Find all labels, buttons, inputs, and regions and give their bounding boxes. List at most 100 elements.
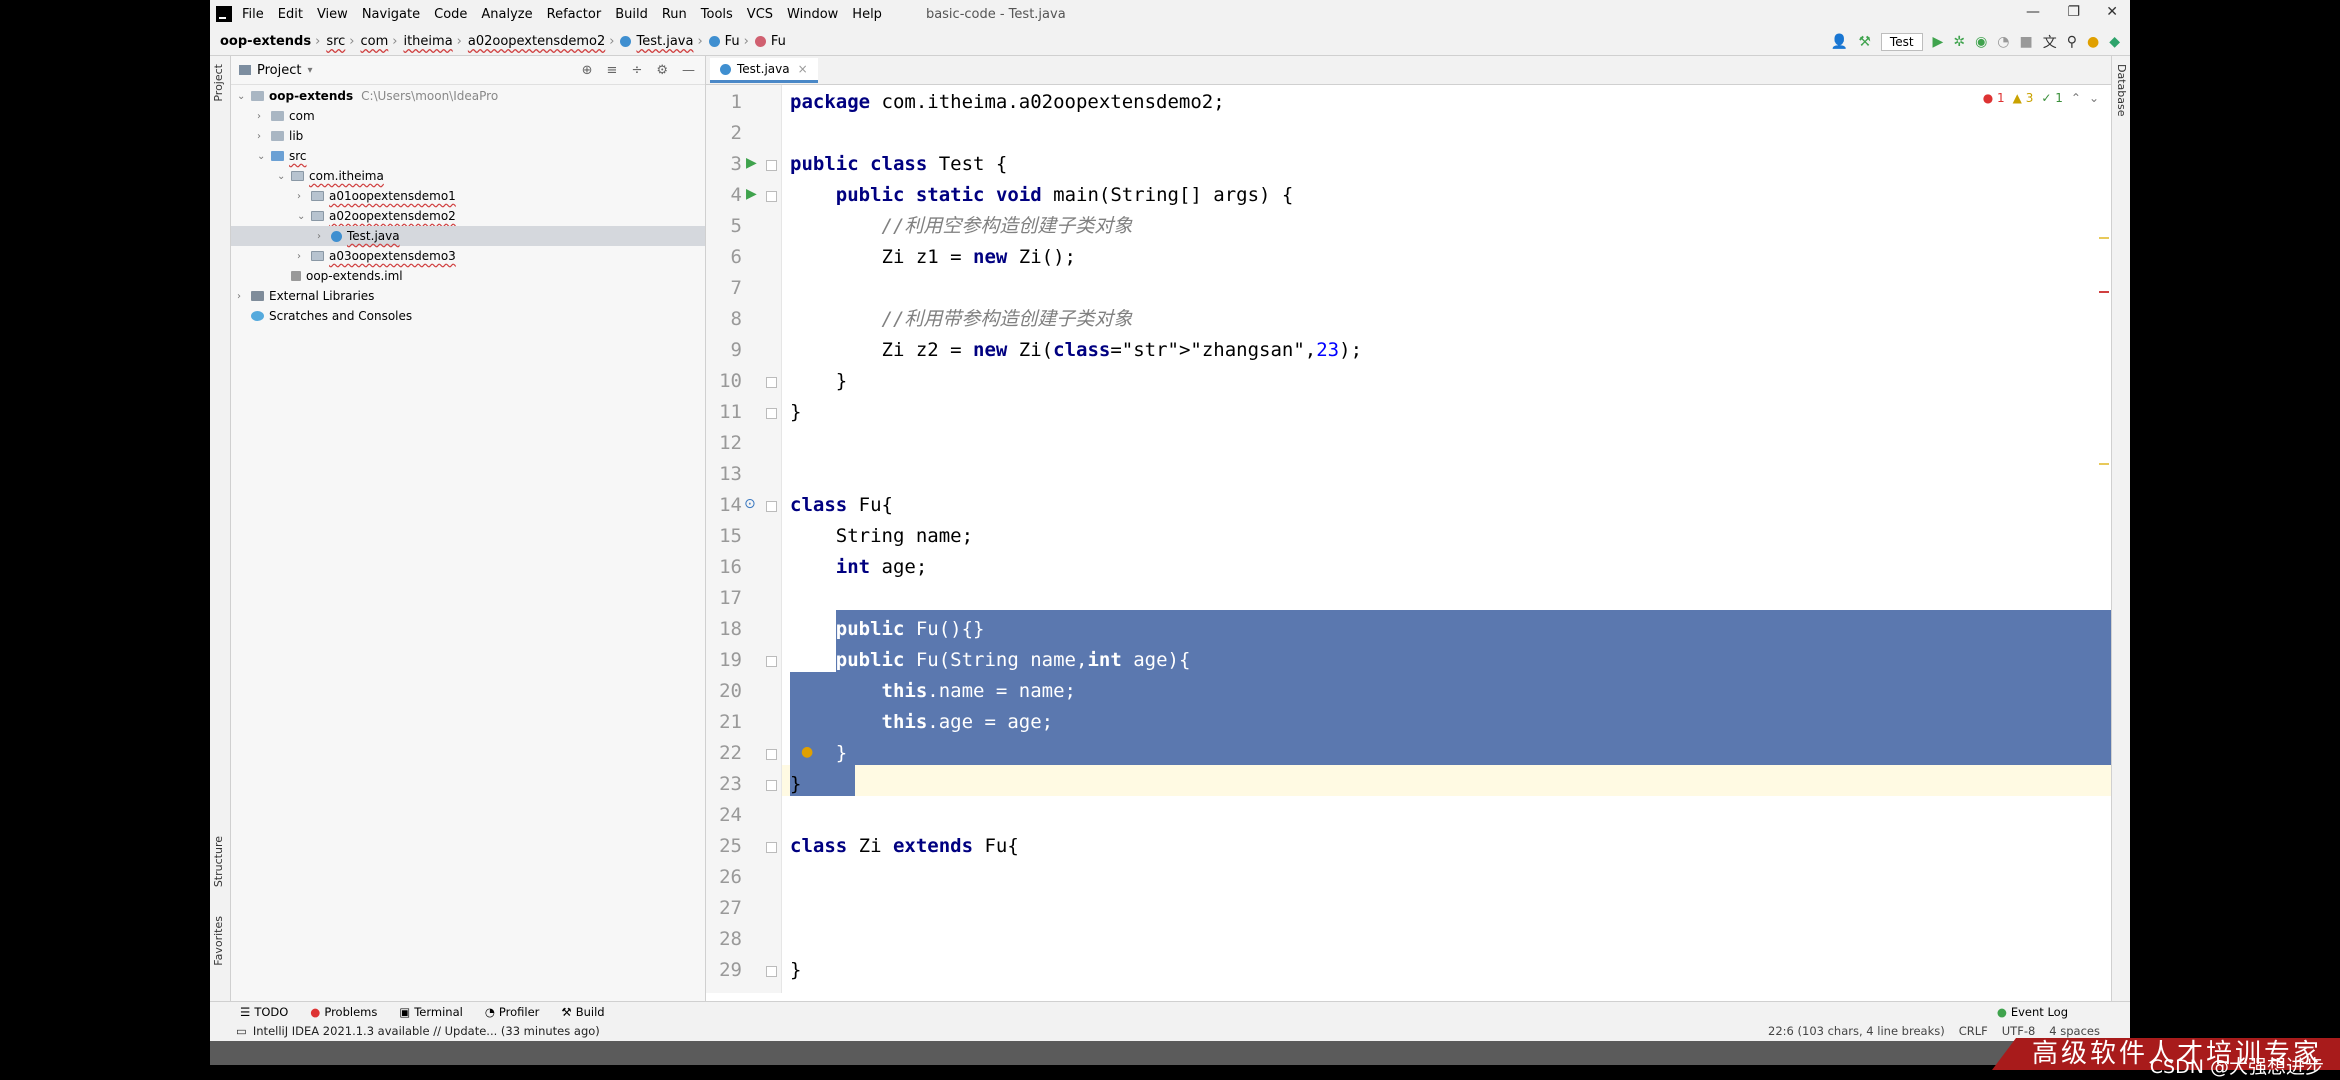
fold-marker-icon[interactable] — [766, 160, 777, 171]
problems-tool-button[interactable]: ● Problems — [310, 1005, 377, 1019]
breadcrumb-file[interactable]: Test.java — [636, 34, 693, 49]
code-line[interactable]: //利用带参构造创建子类对象 — [790, 304, 2091, 335]
line-number[interactable]: 3 — [706, 153, 742, 175]
code-line[interactable]: public class Test { — [790, 149, 2091, 180]
menu-view[interactable]: View — [317, 7, 348, 22]
warning-marker[interactable] — [2099, 463, 2109, 465]
run-gutter-icon[interactable]: ▶ — [746, 186, 757, 202]
indent-setting[interactable]: 4 spaces — [2049, 1024, 2100, 1038]
caret-position[interactable]: 22:6 (103 chars, 4 line breaks) — [1768, 1024, 1945, 1038]
line-number[interactable]: 13 — [706, 463, 742, 485]
chevron-right-icon[interactable]: › — [257, 111, 271, 122]
fold-marker-icon[interactable] — [766, 377, 777, 388]
line-number[interactable]: 29 — [706, 959, 742, 981]
code-line[interactable] — [790, 800, 2091, 831]
tree-item[interactable]: › Test.java — [231, 226, 705, 246]
line-number[interactable]: 26 — [706, 866, 742, 888]
run-configuration-select[interactable]: Test — [1880, 33, 1923, 51]
chevron-down-icon[interactable]: ▾ — [307, 65, 312, 76]
structure-tool-tab[interactable]: Structure — [212, 836, 225, 887]
terminal-tool-button[interactable]: ▣ Terminal — [399, 1005, 462, 1019]
code-line[interactable]: this.age = age; — [790, 707, 2091, 738]
tree-item[interactable]: ⌄ a02oopextensdemo2 — [231, 206, 705, 226]
line-number[interactable]: 18 — [706, 618, 742, 640]
line-number[interactable]: 14 — [706, 494, 742, 516]
project-tool-tab[interactable]: Project — [212, 64, 225, 102]
chevron-down-icon[interactable]: ⌄ — [257, 151, 271, 162]
line-number[interactable]: 23 — [706, 773, 742, 795]
line-number[interactable]: 1 — [706, 91, 742, 113]
line-separator[interactable]: CRLF — [1959, 1024, 1988, 1038]
code-editor[interactable]: 1 2 3 4 5 6 7 8 9 10 11 12 13 14 15 16 17 18 19 20 21 22 23 24 2… — [706, 85, 2111, 993]
error-marker[interactable] — [2099, 291, 2109, 293]
code-line[interactable]: } — [790, 397, 2091, 428]
editor-tab-test-java[interactable]: Test.java × — [710, 58, 818, 83]
menu-navigate[interactable]: Navigate — [362, 7, 420, 22]
code-line[interactable]: class Zi extends Fu{ — [790, 831, 2091, 862]
code-line[interactable] — [790, 893, 2091, 924]
code-line[interactable]: String name; — [790, 521, 2091, 552]
code-line[interactable]: Zi z1 = new Zi(); — [790, 242, 2091, 273]
fold-marker-icon[interactable] — [766, 780, 777, 791]
chevron-right-icon[interactable]: › — [297, 251, 311, 262]
tree-item[interactable]: › a01oopextensdemo1 — [231, 186, 705, 206]
menu-window[interactable]: Window — [787, 7, 838, 22]
code-line[interactable]: public static void main(String[] args) { — [790, 180, 2091, 211]
breadcrumb-class[interactable]: Fu — [725, 34, 740, 49]
hide-icon[interactable]: — — [682, 63, 695, 78]
error-count[interactable]: ● 1 — [1983, 91, 2005, 105]
tree-item[interactable]: ⌄ oop-extends C:\Users\moon\IdeaPro — [231, 86, 705, 106]
menu-build[interactable]: Build — [615, 7, 648, 22]
line-number[interactable]: 6 — [706, 246, 742, 268]
code-line[interactable]: class Fu{ — [790, 490, 2091, 521]
code-line[interactable]: this.name = name; — [790, 676, 2091, 707]
tree-item[interactable]: › External Libraries — [231, 286, 705, 306]
code-line[interactable] — [790, 118, 2091, 149]
run-icon[interactable]: ▶ — [1933, 34, 1944, 50]
plugin-icon[interactable]: ◆ — [2109, 34, 2120, 50]
inspection-widget[interactable]: ● 1 ▲ 3 ✓ 1 ⌃ ⌄ — [1983, 91, 2099, 105]
chevron-down-icon[interactable]: ⌄ — [237, 91, 251, 102]
project-panel-title[interactable]: Project — [257, 63, 301, 78]
fold-marker-icon[interactable] — [766, 656, 777, 667]
search-icon[interactable]: ⚲ — [2067, 34, 2077, 50]
code-line[interactable]: package com.itheima.a02oopextensdemo2; — [790, 87, 2091, 118]
chevron-right-icon[interactable]: › — [317, 231, 331, 242]
close-icon[interactable]: ✕ — [2106, 4, 2118, 20]
code-line[interactable]: } — [790, 955, 2091, 986]
implemented-by-icon[interactable]: ⊙ — [744, 496, 756, 512]
line-number[interactable]: 10 — [706, 370, 742, 392]
tree-item[interactable]: › lib — [231, 126, 705, 146]
file-encoding[interactable]: UTF-8 — [2002, 1024, 2036, 1038]
line-number[interactable]: 25 — [706, 835, 742, 857]
coverage-icon[interactable]: ◉ — [1975, 34, 1987, 50]
breadcrumb-project[interactable]: oop-extends — [220, 34, 311, 49]
fold-marker-icon[interactable] — [766, 191, 777, 202]
code-line[interactable] — [790, 924, 2091, 955]
expand-all-icon[interactable]: ≡ — [607, 63, 618, 78]
tree-item[interactable]: › a03oopextensdemo3 — [231, 246, 705, 266]
fold-marker-icon[interactable] — [766, 408, 777, 419]
translate-icon[interactable]: 文 — [2043, 32, 2057, 52]
intention-bulb-icon[interactable]: ● — [801, 744, 813, 760]
build-tool-button[interactable]: ⚒ Build — [561, 1005, 604, 1019]
code-line[interactable] — [790, 459, 2091, 490]
code-line[interactable] — [790, 862, 2091, 893]
stop-icon[interactable]: ■ — [2020, 34, 2033, 50]
tree-item[interactable]: ⌄ com.itheima — [231, 166, 705, 186]
profile-icon[interactable]: ◔ — [1997, 34, 2009, 50]
menu-help[interactable]: Help — [852, 7, 882, 22]
settings-gear-icon[interactable]: ⚙ — [656, 63, 668, 78]
weak-warning-count[interactable]: ✓ 1 — [2041, 91, 2063, 105]
fold-marker-icon[interactable] — [766, 501, 777, 512]
line-number[interactable]: 15 — [706, 525, 742, 547]
line-number[interactable]: 8 — [706, 308, 742, 330]
editor-gutter[interactable]: 1 2 3 4 5 6 7 8 9 10 11 12 13 14 15 16 17 18 19 20 21 22 23 24 2… — [706, 85, 782, 993]
menu-file[interactable]: File — [242, 7, 264, 22]
chevron-down-icon[interactable]: ⌄ — [2089, 91, 2099, 105]
breadcrumb-method[interactable]: Fu — [771, 34, 786, 49]
menu-analyze[interactable]: Analyze — [481, 7, 532, 22]
user-icon[interactable]: 👤 — [1831, 34, 1848, 50]
tree-item[interactable]: › com — [231, 106, 705, 126]
line-number[interactable]: 12 — [706, 432, 742, 454]
